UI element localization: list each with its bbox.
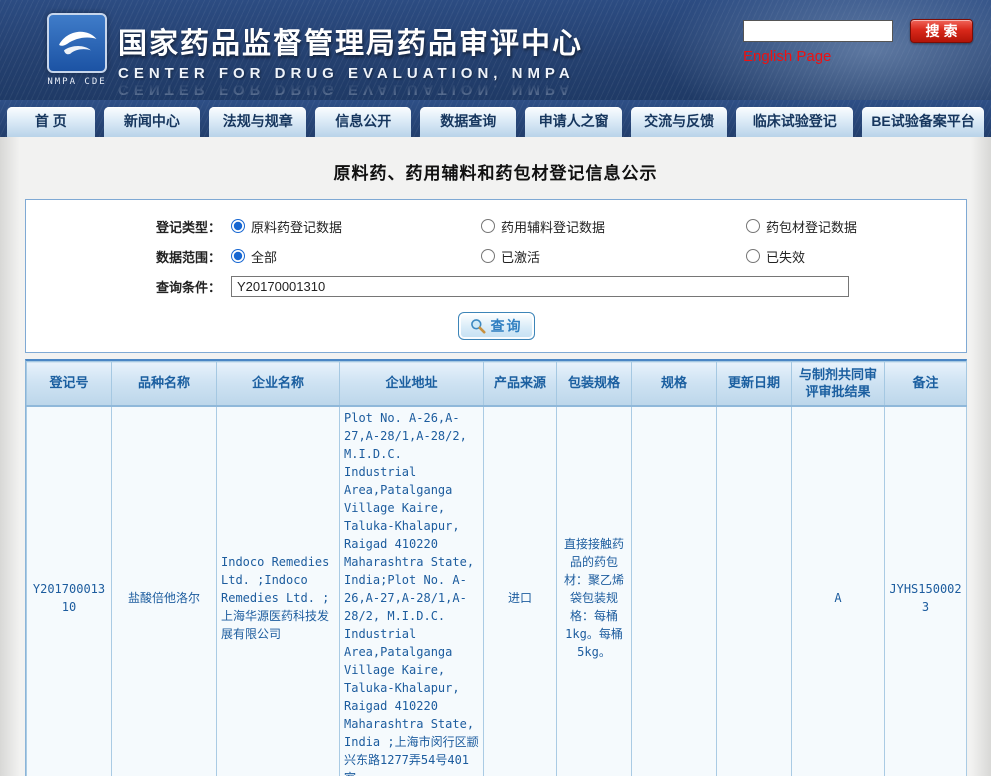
cell-update-date	[717, 406, 792, 776]
radio-excipient-data[interactable]: 药用辅料登记数据	[481, 217, 746, 236]
col-spec: 规格	[632, 362, 717, 406]
radio-raw-material-input[interactable]	[231, 219, 245, 233]
cell-reg-no: Y20170001310	[27, 406, 112, 776]
site-title-cn: 国家药品监督管理局药品审评中心	[118, 20, 583, 62]
site-logo[interactable]: NMPA CDE	[45, 13, 109, 87]
radio-excipient-input[interactable]	[481, 219, 495, 233]
search-button[interactable]: 搜索	[910, 19, 973, 43]
logo-caption: NMPA CDE	[45, 77, 109, 87]
nav-tab-feedback[interactable]: 交流与反馈	[631, 107, 727, 137]
radio-label: 已激活	[501, 247, 540, 266]
radio-raw-material-data[interactable]: 原料药登记数据	[231, 217, 481, 236]
nav-tab-home[interactable]: 首 页	[7, 107, 95, 137]
nav-tab-clinical-trial[interactable]: 临床试验登记	[736, 107, 853, 137]
query-condition-row: 查询条件：	[26, 271, 966, 301]
data-scope-label: 数据范围：	[26, 247, 231, 266]
query-condition-label: 查询条件：	[26, 277, 231, 296]
page-title: 原料药、药用辅料和药包材登记信息公示	[0, 137, 991, 184]
radio-label: 全部	[251, 247, 277, 266]
radio-label: 已失效	[766, 247, 805, 266]
site-header: NMPA CDE 国家药品监督管理局药品审评中心 CENTER FOR DRUG…	[0, 0, 991, 100]
cell-remark: JYHS1500023	[885, 406, 967, 776]
nav-tab-disclosure[interactable]: 信息公开	[315, 107, 411, 137]
cell-packaging: 直接接触药品的药包材：聚乙烯袋包装规格：每桶1kg。每桶5kg。	[557, 406, 632, 776]
page: NMPA CDE 国家药品监督管理局药品审评中心 CENTER FOR DRUG…	[0, 0, 991, 776]
query-submit-button[interactable]: 查询	[458, 312, 535, 340]
site-title-en-reflection: CENTER FOR DRUG EVALUATION, NMPA	[118, 81, 583, 98]
header-titles: 国家药品监督管理局药品审评中心 CENTER FOR DRUG EVALUATI…	[118, 20, 583, 98]
radio-packaging-data[interactable]: 药包材登记数据	[746, 217, 966, 236]
table-header-row: 登记号 品种名称 企业名称 企业地址 产品来源 包装规格 规格 更新日期 与制剂…	[27, 362, 967, 406]
col-address: 企业地址	[340, 362, 484, 406]
table-row: Y20170001310 盐酸倍他洛尔 Indoco Remedies Ltd.…	[27, 406, 967, 776]
results-table-container: 登记号 品种名称 企业名称 企业地址 产品来源 包装规格 规格 更新日期 与制剂…	[25, 359, 967, 776]
query-form: 登记类型： 原料药登记数据 药用辅料登记数据 药包材登记数据 数据范围：	[25, 199, 967, 353]
col-product-name: 品种名称	[112, 362, 217, 406]
radio-scope-all[interactable]: 全部	[231, 247, 481, 266]
nav-tab-news[interactable]: 新闻中心	[104, 107, 200, 137]
nav-tab-regulations[interactable]: 法规与规章	[209, 107, 306, 137]
cell-product-name: 盐酸倍他洛尔	[112, 406, 217, 776]
radio-scope-expired-input[interactable]	[746, 249, 760, 263]
english-page-link[interactable]: English Page	[743, 48, 831, 65]
reg-type-row: 登记类型： 原料药登记数据 药用辅料登记数据 药包材登记数据	[26, 211, 966, 241]
cell-source: 进口	[484, 406, 557, 776]
radio-packaging-input[interactable]	[746, 219, 760, 233]
bird-swoosh-icon	[51, 17, 103, 69]
radio-label: 药包材登记数据	[766, 217, 857, 236]
data-scope-row: 数据范围： 全部 已激活 已失效	[26, 241, 966, 271]
nav-tab-applicant[interactable]: 申请人之窗	[525, 107, 621, 137]
magnifier-icon	[470, 318, 486, 334]
nmpa-logo-icon	[47, 13, 107, 73]
query-submit-label: 查询	[491, 316, 523, 336]
radio-label: 原料药登记数据	[251, 217, 342, 236]
col-reg-no: 登记号	[27, 362, 112, 406]
nav-tab-be-platform[interactable]: BE试验备案平台	[862, 107, 984, 137]
radio-scope-expired[interactable]: 已失效	[746, 247, 966, 266]
results-table: 登记号 品种名称 企业名称 企业地址 产品来源 包装规格 规格 更新日期 与制剂…	[26, 361, 967, 776]
query-condition-input[interactable]	[231, 276, 849, 297]
radio-scope-all-input[interactable]	[231, 249, 245, 263]
radio-label: 药用辅料登记数据	[501, 217, 605, 236]
search-input[interactable]	[743, 20, 893, 42]
col-source: 产品来源	[484, 362, 557, 406]
cell-spec	[632, 406, 717, 776]
main-nav: 首 页 新闻中心 法规与规章 信息公开 数据查询 申请人之窗 交流与反馈 临床试…	[0, 100, 991, 137]
radio-scope-activated-input[interactable]	[481, 249, 495, 263]
site-title-en: CENTER FOR DRUG EVALUATION, NMPA	[118, 65, 583, 82]
col-review-result: 与制剂共同审评审批结果	[792, 362, 885, 406]
col-update-date: 更新日期	[717, 362, 792, 406]
header-search-area: 搜索 English Page	[743, 19, 977, 66]
col-packaging: 包装规格	[557, 362, 632, 406]
cell-address: Plot No. A-26,A-27,A-28/1,A-28/2, M.I.D.…	[340, 406, 484, 776]
cell-review-result: A	[792, 406, 885, 776]
cell-company: Indoco Remedies Ltd. ;Indoco Remedies Lt…	[217, 406, 340, 776]
content-area: 原料药、药用辅料和药包材登记信息公示 登记类型： 原料药登记数据 药用辅料登记数…	[0, 137, 991, 776]
reg-type-label: 登记类型：	[26, 217, 231, 236]
col-company: 企业名称	[217, 362, 340, 406]
col-remark: 备注	[885, 362, 967, 406]
radio-scope-activated[interactable]: 已激活	[481, 247, 746, 266]
nav-tab-data-query[interactable]: 数据查询	[420, 107, 516, 137]
query-button-row: 查询	[26, 312, 966, 340]
